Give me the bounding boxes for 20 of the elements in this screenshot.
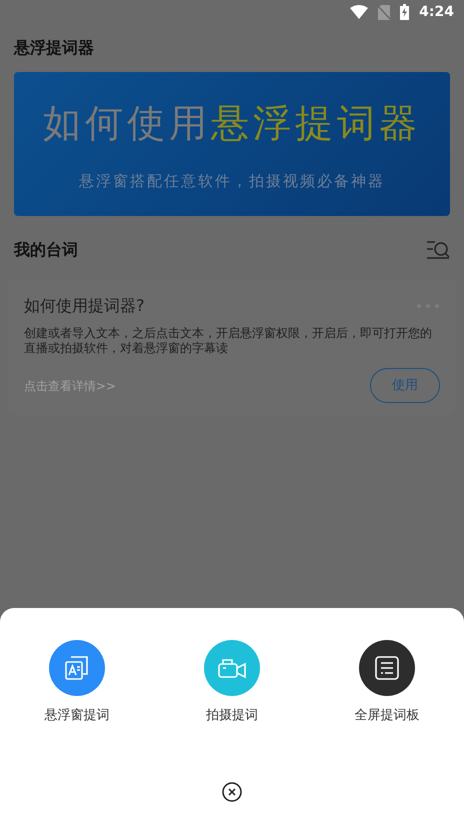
clock: 4:24 [419, 2, 454, 22]
banner[interactable]: 如何使用悬浮提词器 悬浮窗搭配任意软件，拍摄视频必备神器 [14, 72, 450, 216]
text-pages-icon [64, 655, 90, 681]
script-body: 创建或者导入文本，之后点击文本，开启悬浮窗权限，开启后，即可打开您的直播或拍摄软件，对着悬浮窗的字幕读 [24, 326, 433, 356]
banner-title: 如何使用悬浮提词器 [43, 100, 421, 148]
action-button[interactable]: 拍摄提词 [182, 640, 282, 726]
video-camera-icon [218, 656, 246, 680]
battery-charging-icon [400, 4, 410, 20]
section-title: 我的台词 [14, 239, 78, 261]
action-button[interactable]: 悬浮窗提词 [27, 640, 127, 726]
script-title: 如何使用提词器? [24, 295, 144, 317]
search-list-icon[interactable] [426, 240, 450, 260]
close-icon[interactable] [222, 782, 242, 802]
app-title: 悬浮提词器 [12, 37, 95, 59]
banner-subtitle: 悬浮窗搭配任意软件，拍摄视频必备神器 [79, 171, 385, 192]
wifi-icon [350, 5, 368, 19]
use-button[interactable]: 使用 [370, 368, 440, 403]
no-sim-icon [378, 4, 390, 20]
action-button[interactable]: 全屏提词板 [337, 640, 437, 726]
document-icon [374, 655, 400, 681]
